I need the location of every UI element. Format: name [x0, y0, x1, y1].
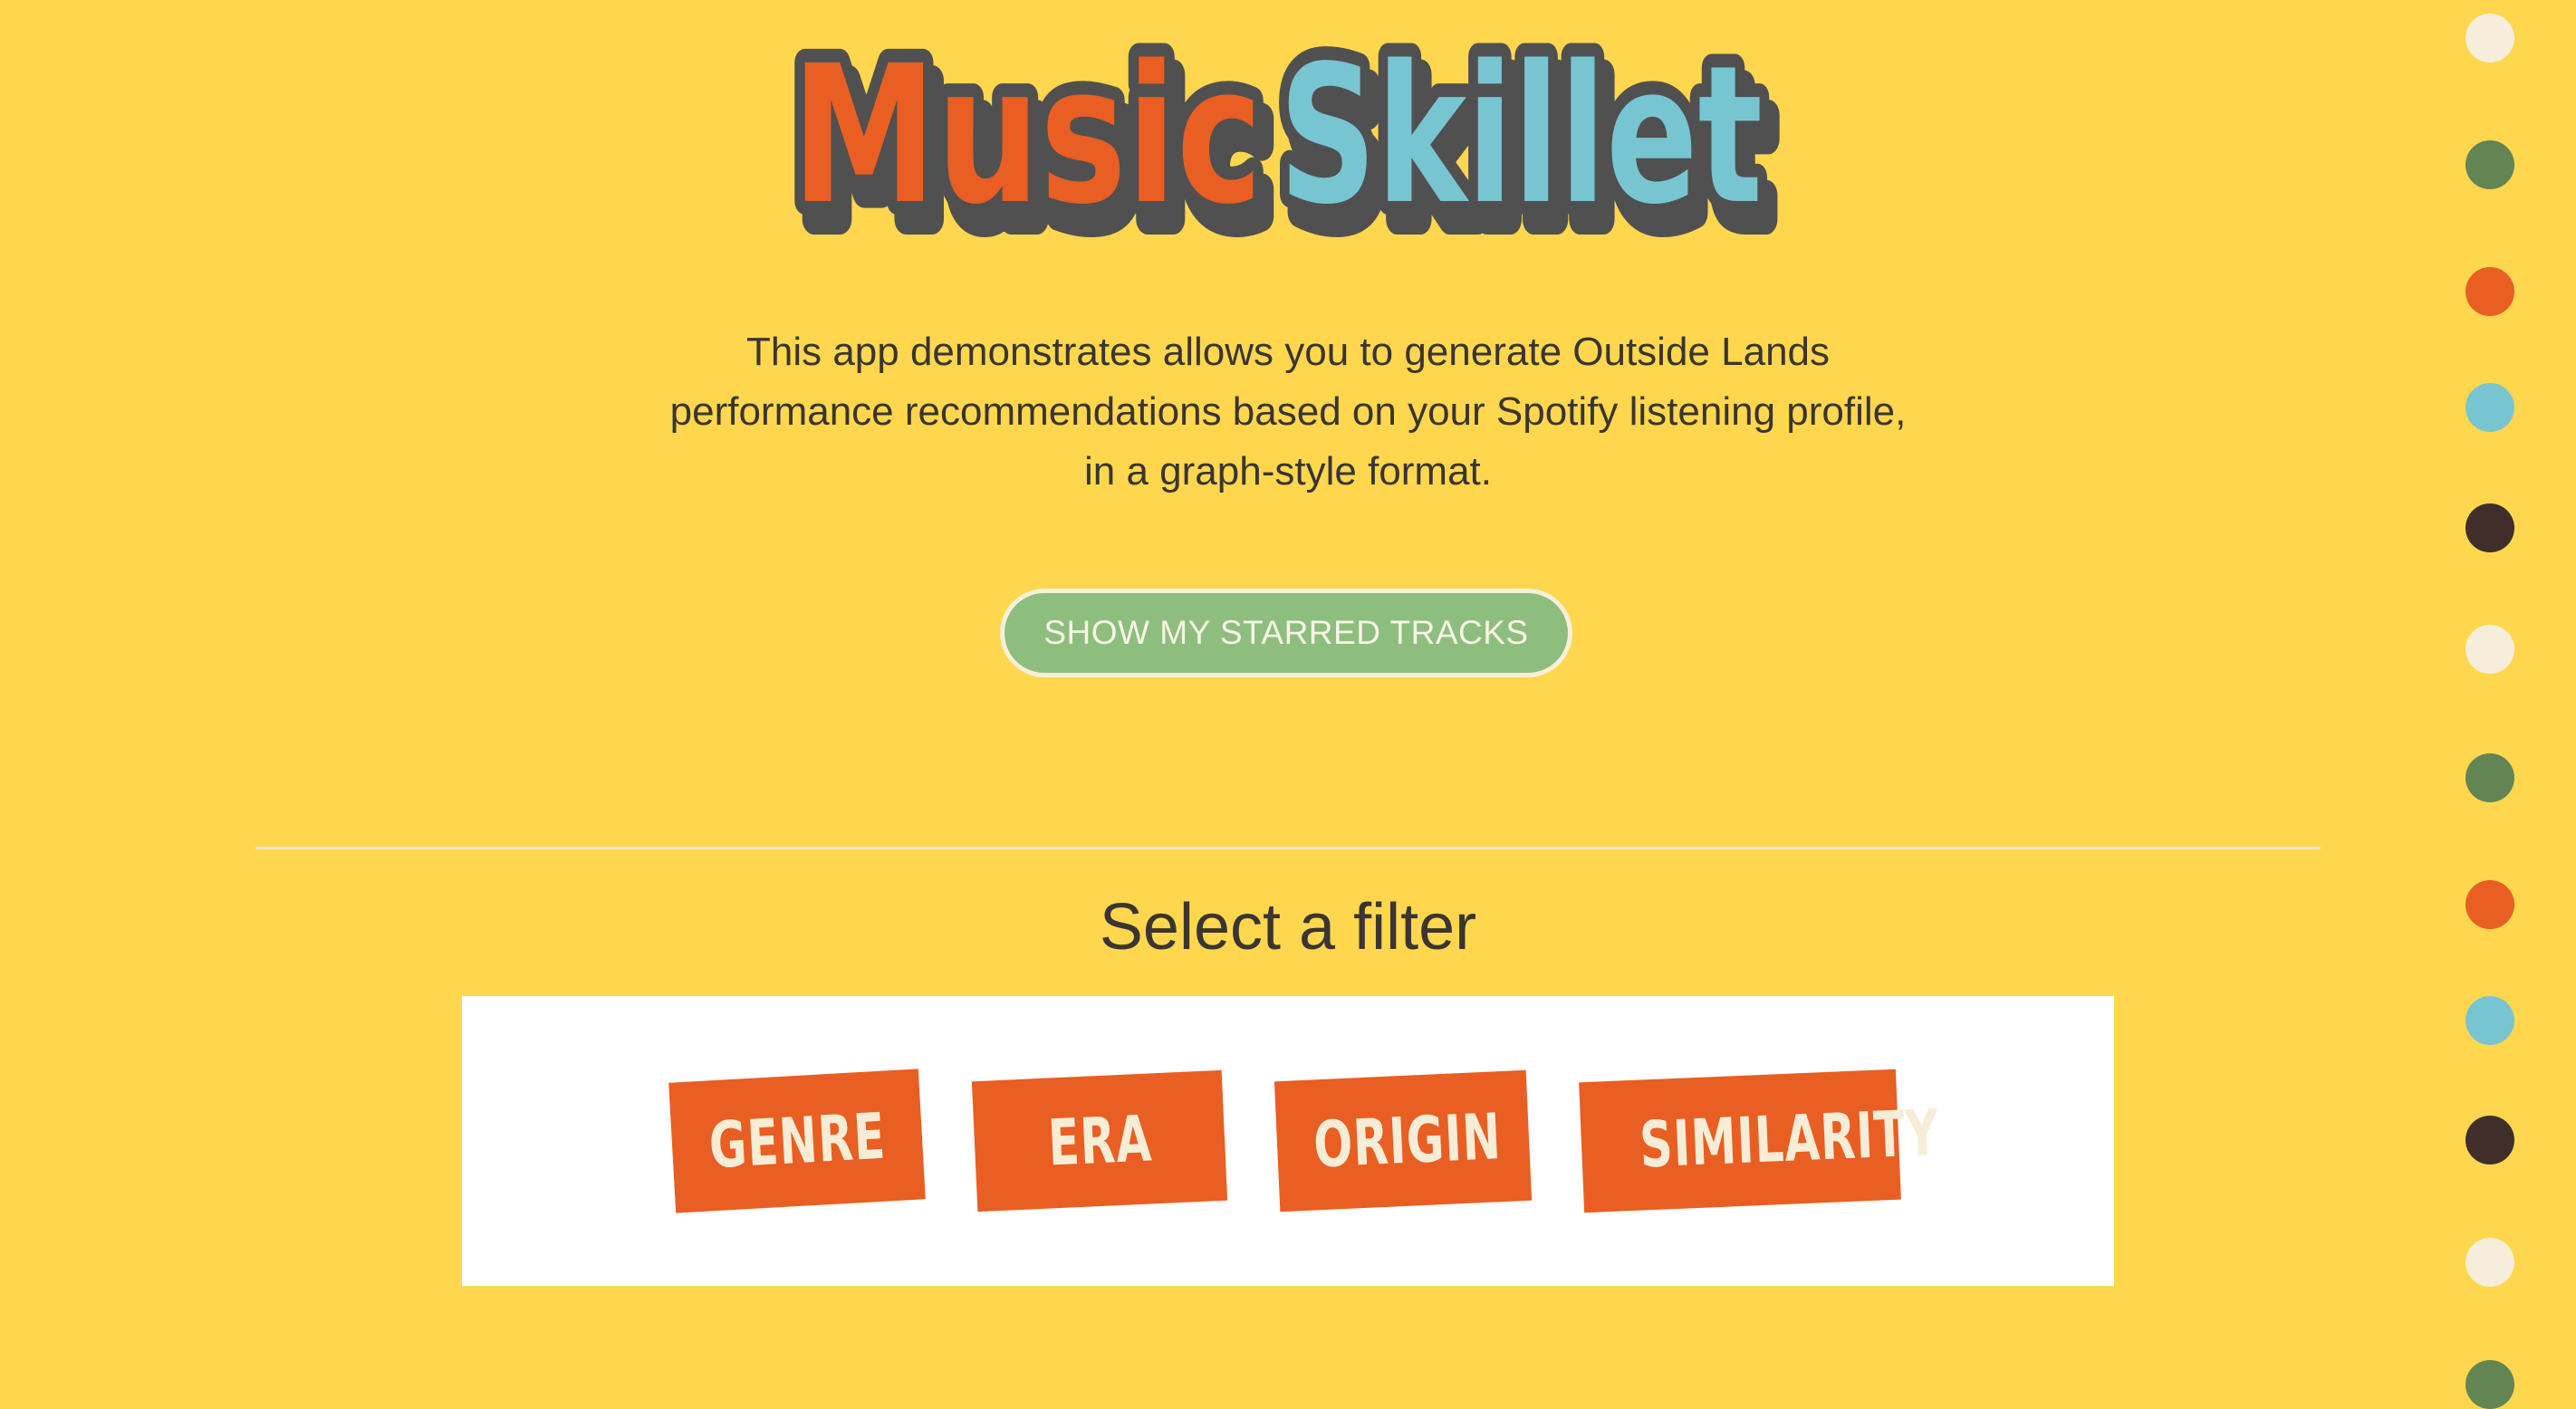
side-dot: [2465, 1116, 2514, 1165]
side-dot: [2465, 383, 2514, 432]
divider: [255, 847, 2321, 849]
side-dot: [2465, 14, 2514, 62]
filter-origin-label: ORIGIN: [1312, 1099, 1504, 1183]
filter-origin-button[interactable]: ORIGIN: [1274, 1069, 1533, 1213]
side-dot: [2465, 1360, 2514, 1409]
side-dot: [2465, 625, 2514, 674]
intro-line: performance recommendations based on you…: [669, 389, 1907, 434]
filter-era-label: ERA: [1045, 1101, 1154, 1181]
filter-similarity-button[interactable]: SIMILARITY: [1579, 1069, 1941, 1213]
filter-similarity-label: SIMILARITY: [1638, 1095, 1941, 1183]
show-starred-tracks-button[interactable]: SHOW MY STARRED TRACKS: [1000, 589, 1572, 677]
logo-word-skillet: Skillet: [1279, 27, 1763, 246]
side-dot: [2465, 753, 2514, 802]
side-dot: [2465, 880, 2514, 929]
intro-text: This app demonstrates allows you to gene…: [563, 322, 2013, 502]
filter-era-button[interactable]: ERA: [971, 1069, 1228, 1213]
side-dot: [2465, 267, 2514, 316]
filter-genre-label: GENRE: [706, 1098, 888, 1184]
filter-genre-button[interactable]: GENRE: [668, 1069, 926, 1213]
filter-panel: GENRE ERA ORIGIN SIMILARITY: [462, 996, 2114, 1286]
side-dot: [2465, 1238, 2514, 1287]
logo-word-music: Music: [792, 27, 1263, 246]
side-dot: [2465, 140, 2514, 189]
page: Music Skillet Music Skillet Music Skille…: [0, 0, 2576, 1409]
side-dot: [2465, 996, 2514, 1045]
filter-heading: Select a filter: [1099, 891, 1477, 963]
intro-line: in a graph-style format.: [1084, 449, 1492, 494]
intro-line: This app demonstrates allows you to gene…: [745, 330, 1831, 374]
music-skillet-logo: Music Skillet Music Skillet Music Skille…: [779, 27, 1787, 263]
side-dot: [2465, 503, 2514, 552]
